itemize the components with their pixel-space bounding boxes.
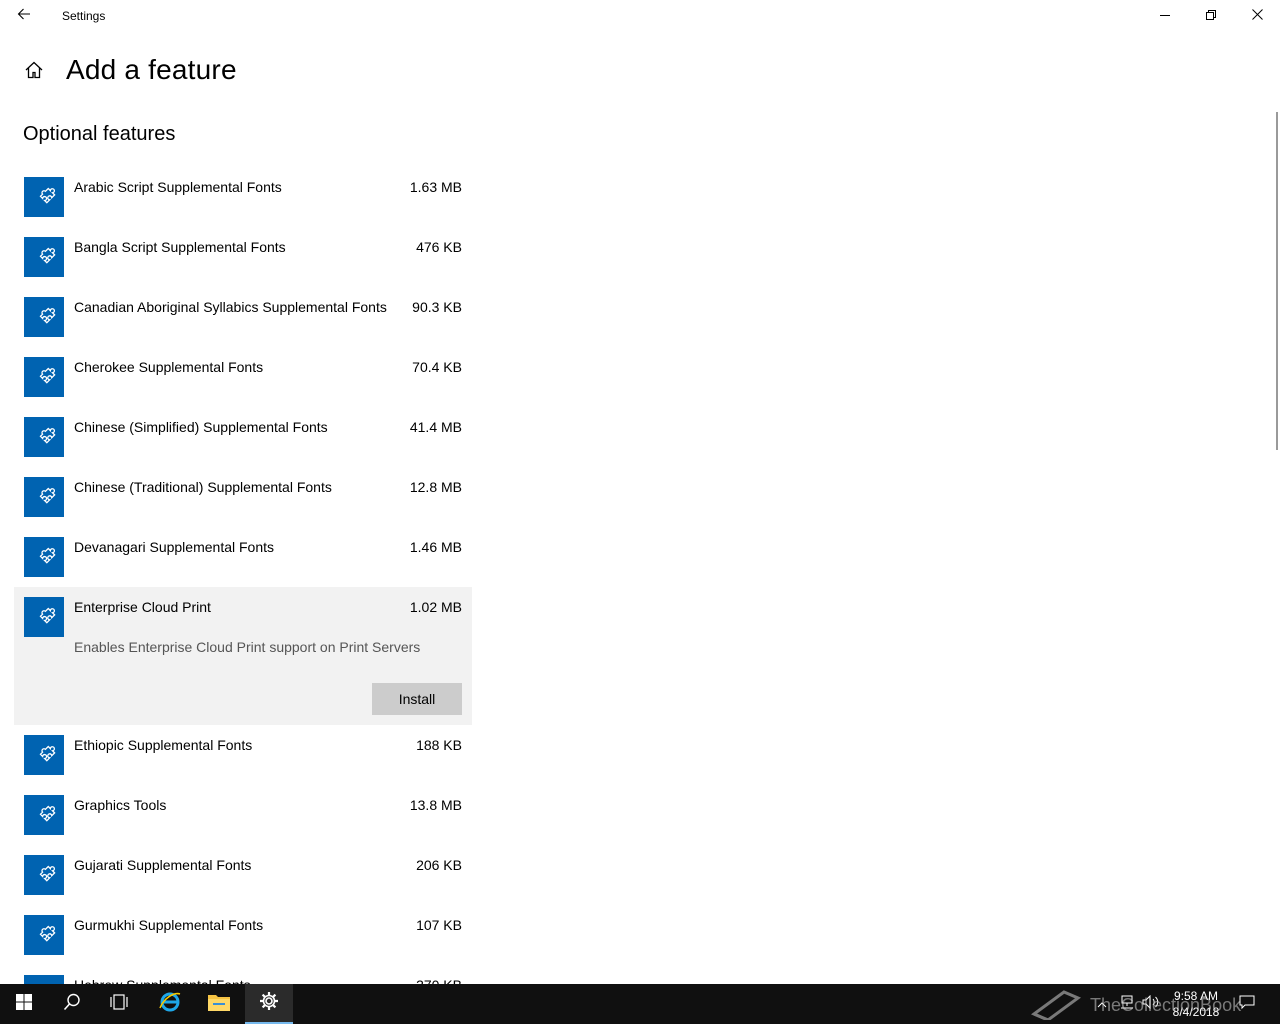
feature-item-graphics-tools[interactable]: Graphics Tools 13.8 MB xyxy=(14,785,472,845)
feature-name: Gujarati Supplemental Fonts xyxy=(74,857,252,873)
feature-name: Chinese (Simplified) Supplemental Fonts xyxy=(74,419,328,435)
home-icon xyxy=(24,60,44,85)
feature-name: Arabic Script Supplemental Fonts xyxy=(74,179,282,195)
feature-size: 1.63 MB xyxy=(409,179,462,195)
feature-item-canadian[interactable]: Canadian Aboriginal Syllabics Supplement… xyxy=(14,287,472,347)
puzzle-piece-icon xyxy=(24,357,64,397)
puzzle-piece-icon xyxy=(24,417,64,457)
puzzle-piece-icon xyxy=(24,297,64,337)
feature-name: Enterprise Cloud Print xyxy=(74,599,211,615)
window-title: Settings xyxy=(62,9,106,23)
file-explorer-icon xyxy=(207,992,231,1017)
feature-size: 188 KB xyxy=(416,737,462,753)
puzzle-piece-icon xyxy=(24,735,64,775)
home-button[interactable] xyxy=(20,58,48,86)
back-button[interactable] xyxy=(8,0,40,32)
title-bar: Settings xyxy=(0,0,1280,32)
minimize-button[interactable] xyxy=(1142,0,1188,32)
internet-explorer-icon xyxy=(158,990,182,1019)
puzzle-piece-icon xyxy=(24,795,64,835)
feature-name: Canadian Aboriginal Syllabics Supplement… xyxy=(74,299,387,315)
install-button[interactable]: Install xyxy=(372,683,462,715)
watermark: TheCollectionBook xyxy=(1030,988,1241,1022)
puzzle-piece-icon xyxy=(24,597,64,637)
feature-item-cherokee[interactable]: Cherokee Supplemental Fonts 70.4 KB xyxy=(14,347,472,407)
start-button[interactable] xyxy=(0,984,48,1024)
gear-icon xyxy=(259,991,279,1016)
feature-name: Devanagari Supplemental Fonts xyxy=(74,539,275,555)
feature-description: Enables Enterprise Cloud Print support o… xyxy=(74,639,421,655)
feature-item-arabic[interactable]: Arabic Script Supplemental Fonts 1.63 MB xyxy=(14,167,472,227)
feature-item-gujarati[interactable]: Gujarati Supplemental Fonts 206 KB xyxy=(14,845,472,905)
restore-button[interactable] xyxy=(1188,0,1234,32)
feature-item-devanagari[interactable]: Devanagari Supplemental Fonts 1.46 MB xyxy=(14,527,472,587)
page-title: Add a feature xyxy=(66,54,237,85)
puzzle-piece-icon xyxy=(24,177,64,217)
feature-item-ethiopic[interactable]: Ethiopic Supplemental Fonts 188 KB xyxy=(14,725,472,785)
watermark-text: TheCollectionBook xyxy=(1090,994,1242,1015)
feature-size: 90.3 KB xyxy=(412,299,462,315)
feature-name: Bangla Script Supplemental Fonts xyxy=(74,239,286,255)
feature-name: Gurmukhi Supplemental Fonts xyxy=(74,917,264,933)
feature-size: 1.46 MB xyxy=(409,539,462,555)
feature-list: Arabic Script Supplemental Fonts 1.63 MB… xyxy=(14,167,472,1025)
feature-size: 12.8 MB xyxy=(409,479,462,495)
minimize-icon xyxy=(1160,7,1170,25)
feature-name: Chinese (Traditional) Supplemental Fonts xyxy=(74,479,332,495)
puzzle-piece-icon xyxy=(24,855,64,895)
feature-name: Ethiopic Supplemental Fonts xyxy=(74,737,253,753)
book-icon xyxy=(1030,986,1082,1025)
file-explorer-button[interactable] xyxy=(195,984,243,1024)
task-view-icon xyxy=(110,993,130,1016)
internet-explorer-button[interactable] xyxy=(146,984,194,1024)
restore-icon xyxy=(1206,7,1216,25)
puzzle-piece-icon xyxy=(24,915,64,955)
scrollbar[interactable] xyxy=(1276,112,1278,450)
section-title: Optional features xyxy=(23,123,176,145)
feature-item-gurmukhi[interactable]: Gurmukhi Supplemental Fonts 107 KB xyxy=(14,905,472,965)
feature-item-chinese-traditional[interactable]: Chinese (Traditional) Supplemental Fonts… xyxy=(14,467,472,527)
feature-size: 41.4 MB xyxy=(409,419,462,435)
search-button[interactable] xyxy=(48,984,96,1024)
settings-taskbar-button[interactable] xyxy=(245,984,293,1024)
puzzle-piece-icon xyxy=(24,537,64,577)
task-view-button[interactable] xyxy=(96,984,144,1024)
feature-size: 70.4 KB xyxy=(412,359,462,375)
windows-start-icon xyxy=(16,993,32,1015)
search-icon xyxy=(63,993,81,1016)
close-icon xyxy=(1251,7,1263,25)
puzzle-piece-icon xyxy=(24,237,64,277)
back-arrow-icon xyxy=(17,7,31,26)
feature-size: 107 KB xyxy=(416,917,462,933)
puzzle-piece-icon xyxy=(24,477,64,517)
feature-size: 476 KB xyxy=(416,239,462,255)
action-center-icon xyxy=(1239,994,1255,1015)
feature-item-chinese-simplified[interactable]: Chinese (Simplified) Supplemental Fonts … xyxy=(14,407,472,467)
feature-size: 206 KB xyxy=(416,857,462,873)
feature-size: 1.02 MB xyxy=(409,599,462,615)
close-button[interactable] xyxy=(1234,0,1280,32)
feature-item-bangla[interactable]: Bangla Script Supplemental Fonts 476 KB xyxy=(14,227,472,287)
feature-name: Cherokee Supplemental Fonts xyxy=(74,359,264,375)
feature-size: 13.8 MB xyxy=(409,797,462,813)
feature-name: Graphics Tools xyxy=(74,797,167,813)
feature-item-enterprise-cloud-print[interactable]: Enterprise Cloud Print 1.02 MB Enables E… xyxy=(14,587,472,725)
